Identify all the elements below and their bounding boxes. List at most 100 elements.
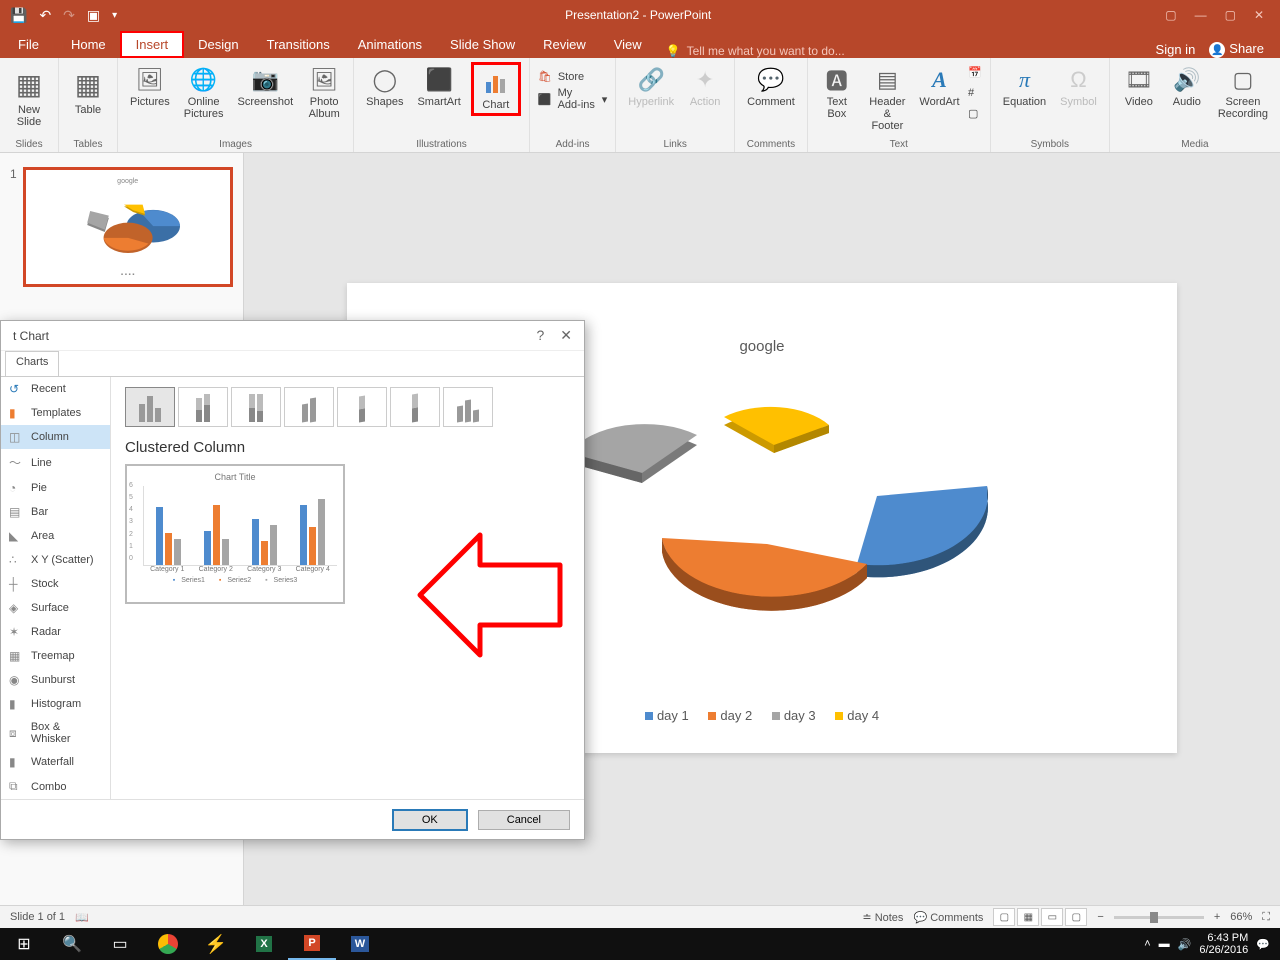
text-box-button[interactable]: 🅰Text Box: [816, 62, 858, 122]
table-button[interactable]: ▦Table: [67, 62, 109, 118]
ok-button[interactable]: OK: [392, 809, 468, 831]
comments-button[interactable]: 💬 Comments: [913, 911, 983, 924]
object-icon[interactable]: ▢: [968, 107, 982, 120]
slide-1-thumbnail[interactable]: google ▪ ▪ ▪ ▪: [23, 167, 233, 287]
taskbar-excel[interactable]: X: [240, 928, 288, 960]
symbol-button[interactable]: ΩSymbol: [1056, 62, 1101, 110]
subtype-3d-100-stacked[interactable]: [390, 387, 440, 427]
ctype-column[interactable]: ◫Column: [1, 425, 110, 449]
qat-dropdown-icon[interactable]: ▾: [112, 10, 117, 21]
signin-link[interactable]: Sign in: [1156, 42, 1196, 57]
chart-preview[interactable]: Chart Title 0123456 Category 1Category 2…: [125, 464, 345, 604]
spellcheck-icon[interactable]: 📖: [75, 911, 89, 924]
task-view-icon[interactable]: ▭: [96, 928, 144, 960]
equation-button[interactable]: πEquation: [999, 62, 1050, 110]
subtype-stacked-column[interactable]: [178, 387, 228, 427]
tab-design[interactable]: Design: [184, 31, 252, 58]
slideshow-view-icon[interactable]: ▢: [1065, 908, 1087, 926]
dialog-tab-all-charts[interactable]: Charts: [5, 351, 59, 377]
comment-button[interactable]: 💬Comment: [743, 62, 799, 110]
cancel-button[interactable]: Cancel: [478, 810, 570, 830]
tab-transitions[interactable]: Transitions: [253, 31, 344, 58]
store-button[interactable]: 🛍Store: [538, 70, 607, 83]
action-button[interactable]: ✦Action: [684, 62, 726, 110]
tab-file[interactable]: File: [0, 31, 57, 58]
ctype-pie[interactable]: ◔Pie: [1, 476, 110, 500]
save-icon[interactable]: 💾: [10, 7, 27, 24]
taskbar-word[interactable]: W: [336, 928, 384, 960]
shapes-button[interactable]: ◯Shapes: [362, 62, 407, 110]
start-from-beginning-icon[interactable]: ▣: [87, 7, 100, 24]
ctype-combo[interactable]: ⧉Combo: [1, 774, 110, 799]
chart-button[interactable]: Chart: [471, 62, 521, 116]
ctype-treemap[interactable]: ▦Treemap: [1, 644, 110, 668]
undo-icon[interactable]: ↶: [39, 7, 51, 24]
ctype-area[interactable]: ◣Area: [1, 524, 110, 548]
ctype-xy[interactable]: ∴X Y (Scatter): [1, 548, 110, 572]
close-icon[interactable]: ✕: [1254, 8, 1264, 22]
reading-view-icon[interactable]: ▭: [1041, 908, 1063, 926]
ctype-sunburst[interactable]: ◉Sunburst: [1, 668, 110, 692]
subtype-3d-column[interactable]: [443, 387, 493, 427]
slide-number-icon[interactable]: #: [968, 87, 982, 99]
screen-recording-button[interactable]: ▢Screen Recording: [1214, 62, 1272, 122]
search-icon[interactable]: 🔍: [48, 928, 96, 960]
tab-review[interactable]: Review: [529, 31, 600, 58]
minimize-icon[interactable]: —: [1195, 8, 1207, 22]
maximize-icon[interactable]: ▢: [1225, 8, 1236, 22]
smartart-button[interactable]: ⬛SmartArt: [413, 62, 464, 110]
notifications-icon[interactable]: 💬: [1256, 938, 1270, 951]
share-button[interactable]: 👤Share: [1209, 41, 1264, 59]
zoom-slider[interactable]: [1114, 916, 1204, 919]
ribbon-options-icon[interactable]: ▢: [1165, 8, 1176, 22]
header-footer-button[interactable]: ▤Header & Footer: [864, 62, 911, 134]
video-button[interactable]: 🎞Video: [1118, 62, 1160, 110]
pictures-button[interactable]: 🖼Pictures: [126, 62, 174, 110]
ctype-templates[interactable]: ▮Templates: [1, 401, 110, 425]
taskbar-chrome[interactable]: [144, 928, 192, 960]
subtype-100-stacked-column[interactable]: [231, 387, 281, 427]
ctype-stock[interactable]: ┼Stock: [1, 572, 110, 596]
zoom-in-icon[interactable]: +: [1214, 911, 1220, 923]
tray-chevron-icon[interactable]: ˄: [1144, 938, 1150, 950]
clock[interactable]: 6:43 PM 6/26/2016: [1199, 932, 1248, 956]
tab-slideshow[interactable]: Slide Show: [436, 31, 529, 58]
new-slide-button[interactable]: ▦New Slide: [8, 62, 50, 130]
slide-counter[interactable]: Slide 1 of 1: [10, 911, 65, 923]
dialog-close-icon[interactable]: ✕: [560, 327, 572, 344]
my-addins-button[interactable]: ⬛My Add-ins ▾: [538, 87, 607, 111]
ctype-waterfall[interactable]: ▮Waterfall: [1, 750, 110, 774]
wordart-button[interactable]: AWordArt: [917, 62, 962, 110]
ctype-surface[interactable]: ◈Surface: [1, 596, 110, 620]
screenshot-button[interactable]: 📷Screenshot: [234, 62, 298, 110]
ctype-line[interactable]: 〜Line: [1, 449, 110, 476]
tray-network-icon[interactable]: ▬: [1159, 938, 1170, 950]
taskbar-powerpoint[interactable]: P: [288, 928, 336, 960]
normal-view-icon[interactable]: ▢: [993, 908, 1015, 926]
hyperlink-button[interactable]: 🔗Hyperlink: [624, 62, 678, 110]
dialog-help-icon[interactable]: ?: [536, 327, 544, 344]
fit-to-window-icon[interactable]: ⛶: [1262, 911, 1270, 924]
dialog-titlebar[interactable]: t Chart ? ✕: [1, 321, 584, 351]
tab-view[interactable]: View: [600, 31, 656, 58]
ctype-bar[interactable]: ▤Bar: [1, 500, 110, 524]
subtype-clustered-column[interactable]: [125, 387, 175, 427]
notes-button[interactable]: ≐ Notes: [862, 911, 903, 924]
audio-button[interactable]: 🔊Audio: [1166, 62, 1208, 110]
zoom-level[interactable]: 66%: [1230, 911, 1252, 923]
taskbar-app-orange[interactable]: ⚡: [192, 928, 240, 960]
subtype-3d-clustered[interactable]: [284, 387, 334, 427]
online-pictures-button[interactable]: 🌐Online Pictures: [180, 62, 228, 122]
sorter-view-icon[interactable]: ▦: [1017, 908, 1039, 926]
ctype-histogram[interactable]: ▮Histogram: [1, 692, 110, 716]
date-time-icon[interactable]: 📅: [968, 66, 982, 79]
tab-home[interactable]: Home: [57, 31, 120, 58]
zoom-out-icon[interactable]: −: [1097, 911, 1103, 923]
ctype-radar[interactable]: ✶Radar: [1, 620, 110, 644]
subtype-3d-stacked[interactable]: [337, 387, 387, 427]
tab-animations[interactable]: Animations: [344, 31, 436, 58]
photo-album-button[interactable]: 🖼Photo Album: [303, 62, 345, 122]
tell-me-search[interactable]: 💡 Tell me what you want to do...: [666, 44, 845, 58]
ctype-recent[interactable]: ↺Recent: [1, 377, 110, 401]
tray-volume-icon[interactable]: 🔊: [1178, 938, 1192, 951]
